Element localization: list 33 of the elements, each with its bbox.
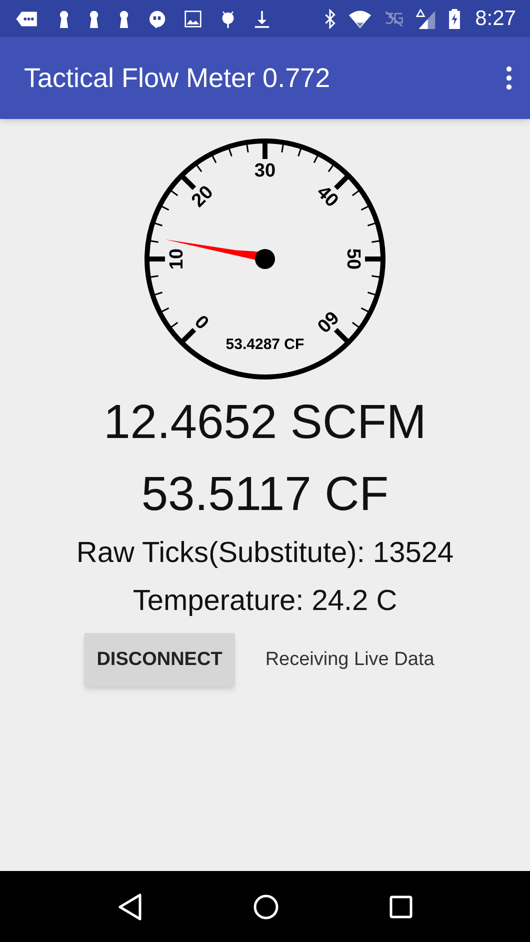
raw-ticks-text: Raw Ticks(Substitute): 13524 <box>76 536 454 571</box>
message-icon <box>14 10 40 28</box>
clock-time: 8:27 <box>475 6 516 32</box>
image-icon <box>184 10 202 28</box>
bluetooth-icon <box>324 8 336 28</box>
scale-label: 50 <box>342 248 364 270</box>
flow-rate-reading: 12.4652 SCFM <box>104 396 426 450</box>
signal-icon <box>416 8 436 28</box>
network-3g-icon <box>384 8 404 28</box>
keyhole-icon <box>88 10 100 28</box>
battery-charging-icon <box>448 8 462 28</box>
disconnect-button[interactable]: DISCONNECT <box>84 633 236 687</box>
gauge-reading: 53.4287 CF <box>226 336 304 353</box>
scale-label: 60 <box>312 306 342 336</box>
more-options-icon[interactable] <box>506 66 512 90</box>
scale-label: 20 <box>188 182 218 212</box>
scale-label: 10 <box>166 248 188 270</box>
scale-label: 30 <box>254 160 276 182</box>
keyhole-icon <box>118 10 130 28</box>
quote-bubble-icon <box>148 10 166 28</box>
recents-icon[interactable] <box>389 894 413 918</box>
android-icon <box>220 10 236 28</box>
total-volume-reading: 53.5117 CF <box>141 468 389 522</box>
scale-label: 40 <box>312 182 342 212</box>
temperature-text: Temperature: 24.2 C <box>132 584 398 618</box>
scale-label: 0 <box>192 310 214 332</box>
wifi-icon <box>348 8 372 28</box>
home-icon[interactable] <box>253 894 279 920</box>
app-title: Tactical Flow Meter 0.772 <box>24 62 330 95</box>
download-icon <box>254 10 270 28</box>
connection-status: Receiving Live Data <box>265 648 434 672</box>
keyhole-icon <box>58 10 70 28</box>
back-icon[interactable] <box>117 892 143 920</box>
